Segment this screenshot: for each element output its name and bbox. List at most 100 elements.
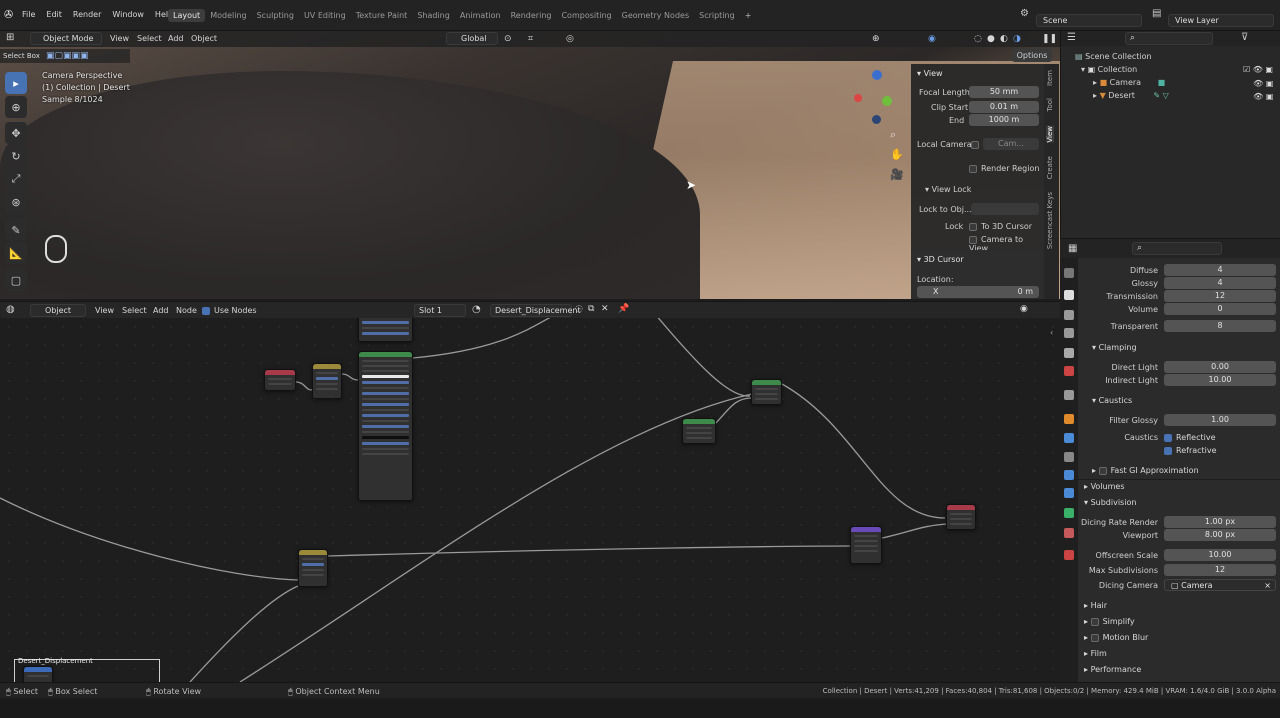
material-icon[interactable]: ◔ — [472, 304, 481, 315]
tool-scale[interactable]: ⤢ — [5, 168, 27, 190]
node-purple-displacement[interactable] — [850, 526, 882, 564]
slot-select[interactable]: Slot 1 — [414, 304, 466, 317]
local-camera-checkbox[interactable] — [971, 141, 979, 149]
camera-row[interactable]: ▸ ■ Camera ■ — [1093, 78, 1165, 87]
reflective-row[interactable]: Reflective — [1164, 433, 1216, 442]
subdivision-section[interactable]: ▾ Subdivision — [1084, 498, 1136, 507]
tab-item[interactable]: Item — [1046, 70, 1054, 86]
node-frame-inner[interactable] — [23, 666, 53, 682]
world-tab-icon[interactable] — [1064, 366, 1074, 376]
dicing-rate-field[interactable]: 1.00 px — [1164, 516, 1276, 528]
tool-annotate[interactable]: ✎ — [5, 219, 27, 241]
ne-menu-node[interactable]: Node — [176, 306, 197, 315]
menu-render[interactable]: Render — [73, 10, 101, 19]
scene-icon[interactable]: ⚙ — [1020, 8, 1029, 19]
node-overlay-icon[interactable]: ◉ — [1020, 304, 1028, 314]
volume-field[interactable]: 0 — [1164, 303, 1276, 315]
tab-scripting[interactable]: Scripting — [694, 9, 740, 22]
dicing-camera-field[interactable]: ▢ Camera × — [1164, 579, 1276, 591]
local-camera-field[interactable]: Cam... — [983, 138, 1039, 150]
performance-section[interactable]: ▸ Performance — [1084, 665, 1141, 674]
unlink-material-icon[interactable]: ✕ — [601, 304, 609, 314]
tab-rendering[interactable]: Rendering — [506, 9, 557, 22]
properties-editor-icon[interactable]: ▦ — [1068, 243, 1077, 254]
modifier-tab-icon[interactable] — [1064, 433, 1074, 443]
particles-tab-icon[interactable] — [1064, 452, 1074, 462]
tab-sculpting[interactable]: Sculpting — [252, 9, 299, 22]
vp-menu-add[interactable]: Add — [168, 34, 184, 43]
node-type-select[interactable]: Object — [30, 304, 86, 317]
output-tab-icon[interactable] — [1064, 310, 1074, 320]
view-section-title[interactable]: ▾ View — [917, 69, 943, 78]
physics-tab-icon[interactable] — [1064, 470, 1074, 480]
fake-user-icon[interactable]: ◌ — [575, 304, 583, 314]
shading-material-icon[interactable]: ◐ — [1000, 34, 1008, 44]
refractive-row[interactable]: Refractive — [1164, 446, 1217, 455]
scene-tab-icon[interactable] — [1064, 348, 1074, 358]
tab-shading[interactable]: Shading — [412, 9, 455, 22]
material-field[interactable]: Desert_Displacement — [490, 304, 581, 317]
node-material-output[interactable] — [946, 504, 976, 530]
filter-icon[interactable]: ⊽ — [1241, 32, 1248, 43]
proportional-icon[interactable]: ◎ — [566, 34, 574, 44]
node-collapse-icon[interactable]: ‹ — [1050, 328, 1053, 337]
object-tab-icon[interactable] — [1064, 414, 1074, 424]
camera-to-view-checkbox[interactable] — [969, 235, 977, 244]
tab-layout[interactable]: Layout — [168, 9, 206, 22]
clamping-section[interactable]: ▾ Clamping — [1092, 343, 1137, 352]
camera-view-icon[interactable]: 🎥 — [890, 168, 904, 181]
properties-search[interactable]: ⌕ — [1132, 242, 1222, 255]
direct-light-field[interactable]: 0.00 — [1164, 361, 1276, 373]
tab-texture-paint[interactable]: Texture Paint — [351, 9, 413, 22]
node-yellow-mapping[interactable] — [312, 363, 342, 399]
tab-tool[interactable]: Tool — [1046, 98, 1054, 112]
tab-compositing[interactable]: Compositing — [556, 9, 616, 22]
tool-select-box[interactable]: ▸ — [5, 72, 27, 94]
use-nodes-checkbox[interactable] — [202, 306, 210, 315]
vp-menu-select[interactable]: Select — [137, 34, 162, 43]
location-x-field[interactable]: X 0 m — [917, 286, 1039, 298]
fast-gi-checkbox[interactable] — [1098, 466, 1107, 475]
node-green-small[interactable] — [682, 418, 716, 444]
gizmo-toggle-icon[interactable]: ⊕ — [872, 34, 880, 44]
snap-icon[interactable]: ⌗ — [528, 34, 533, 44]
editor-type-icon[interactable]: ⊞ — [6, 32, 14, 43]
axis-z-icon[interactable] — [872, 70, 882, 80]
film-section[interactable]: ▸ Film — [1084, 649, 1107, 658]
reflective-checkbox[interactable] — [1164, 433, 1172, 442]
view-layer-icon[interactable]: ▤ — [1152, 8, 1161, 19]
tool-move[interactable]: ✥ — [5, 122, 27, 144]
offscreen-field[interactable]: 10.00 — [1164, 549, 1276, 561]
pin-icon[interactable]: 📌 — [618, 304, 629, 314]
shading-rendered-icon[interactable]: ◑ — [1013, 34, 1021, 44]
axis-neg-z-icon[interactable] — [872, 115, 881, 124]
render-tab-icon[interactable] — [1064, 290, 1074, 300]
pause-render-icon[interactable]: ❚❚ — [1042, 34, 1057, 44]
select-mode-icons[interactable]: ▣▢▣▣▣ — [46, 51, 89, 61]
node-yellow-vector[interactable] — [298, 549, 328, 587]
zoom-icon[interactable]: ⌕ — [890, 128, 896, 142]
collection-tab-icon[interactable] — [1064, 390, 1074, 400]
menu-file[interactable]: File — [22, 10, 35, 19]
mode-select[interactable]: Object Mode — [30, 32, 102, 45]
outliner-search[interactable]: ⌕ — [1125, 32, 1213, 45]
menu-edit[interactable]: Edit — [46, 10, 62, 19]
tool-cursor[interactable]: ⊕ — [5, 96, 27, 118]
render-region-checkbox[interactable] — [969, 164, 977, 173]
tool-measure[interactable]: 📐 — [5, 242, 27, 264]
vp-menu-view[interactable]: View — [110, 34, 129, 43]
outliner-editor-icon[interactable]: ☰ — [1067, 32, 1076, 43]
to-3d-cursor-checkbox[interactable] — [969, 222, 977, 231]
tab-animation[interactable]: Animation — [455, 9, 506, 22]
use-nodes-row[interactable]: Use Nodes — [202, 306, 257, 315]
scene-field[interactable]: Scene — [1036, 14, 1142, 27]
node-red-input[interactable] — [264, 369, 296, 391]
clip-start-field[interactable]: 0.01 m — [969, 101, 1039, 113]
simplify-checkbox[interactable] — [1090, 617, 1099, 626]
ne-menu-select[interactable]: Select — [122, 306, 147, 315]
tab-create[interactable]: Create — [1046, 156, 1054, 179]
indirect-light-field[interactable]: 10.00 — [1164, 374, 1276, 386]
visibility-icons[interactable]: ☑ 👁 ▣ 👁 ▣ 👁 ▣ — [1243, 63, 1273, 104]
material-tab-icon[interactable] — [1064, 528, 1074, 538]
view-lock-title[interactable]: ▾ View Lock — [925, 185, 971, 194]
